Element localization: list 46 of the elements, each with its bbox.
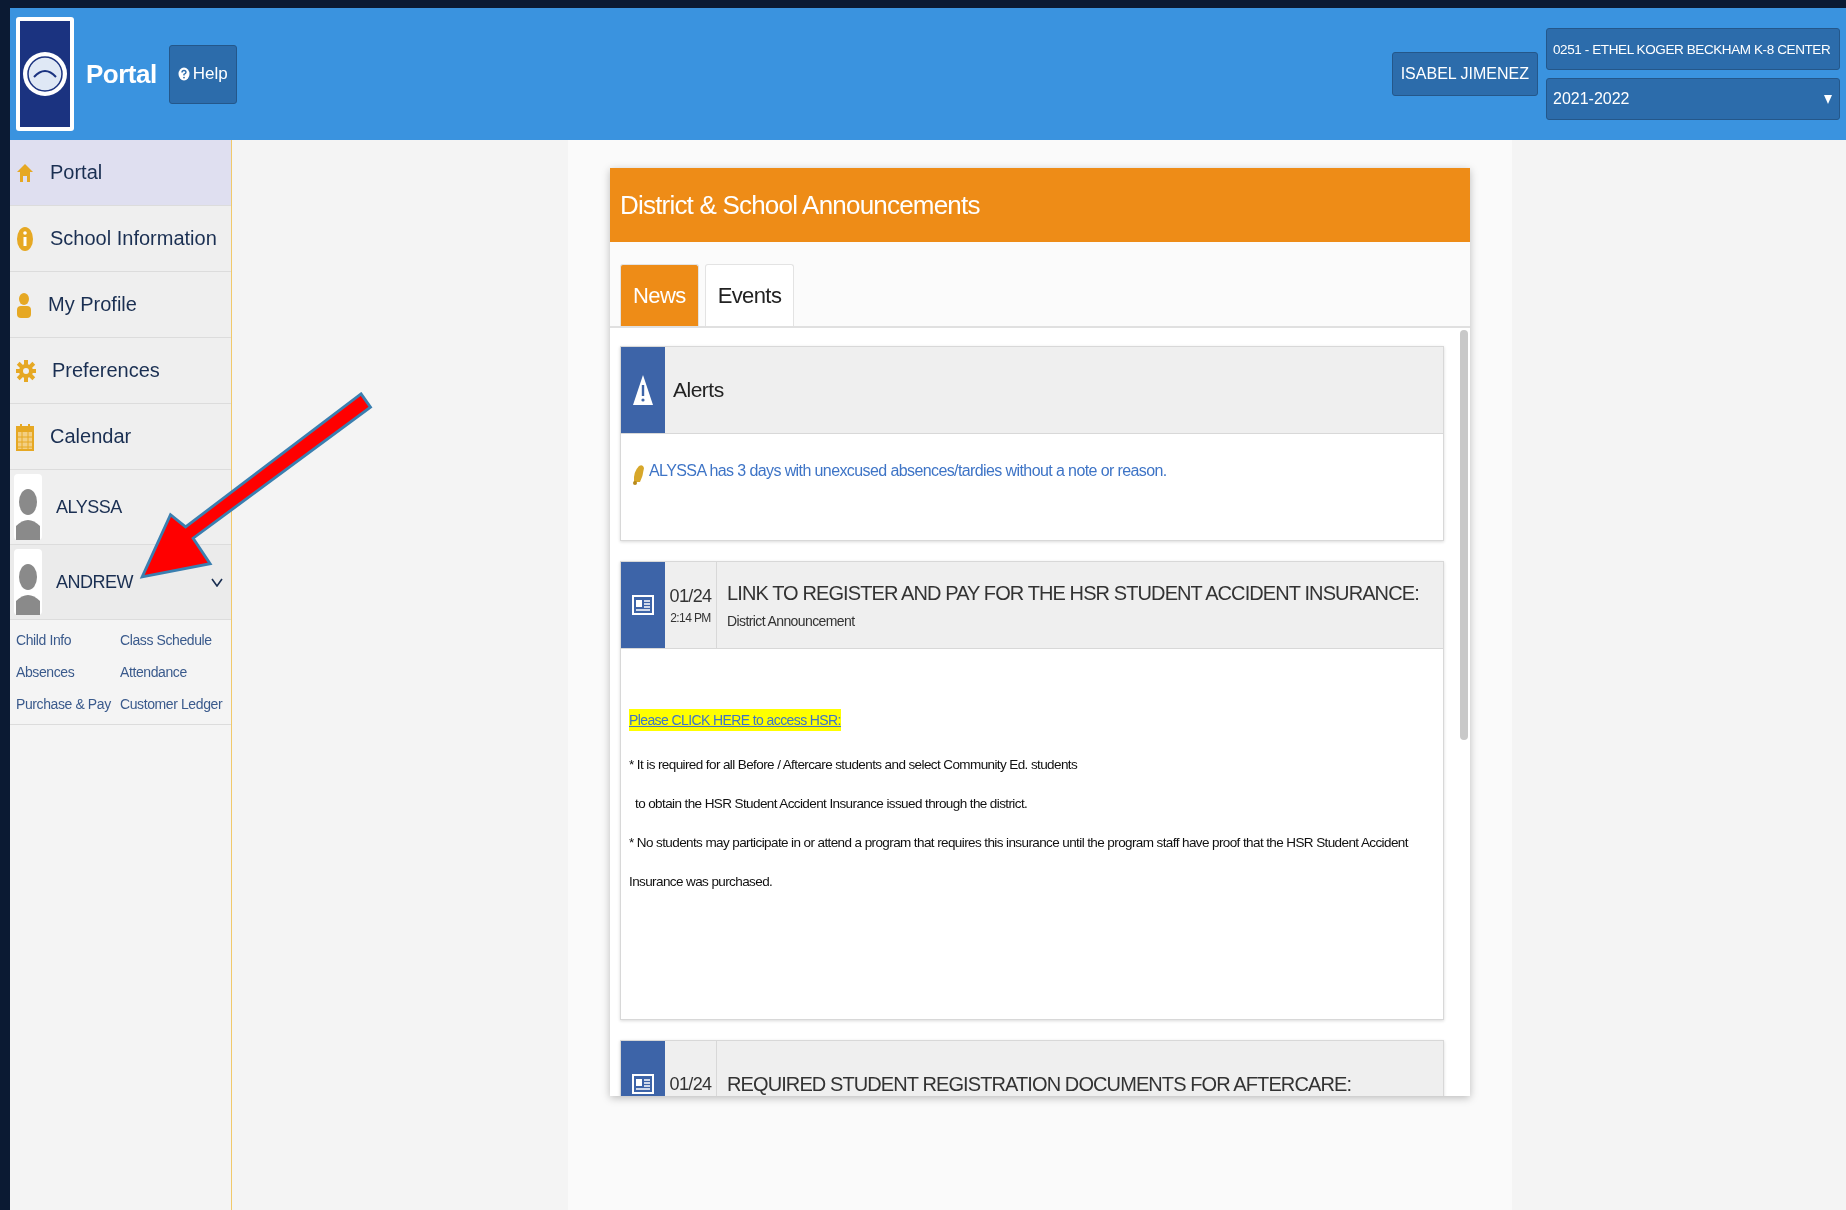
help-icon [177, 67, 190, 81]
student-item[interactable]: ALYSSA [10, 470, 231, 545]
student-link[interactable]: Customer Ledger [120, 696, 225, 712]
post-source: District Announcement [727, 612, 856, 629]
dropdown-caret-icon [1823, 93, 1833, 105]
student-link[interactable]: Class Schedule [120, 632, 225, 648]
post-paragraph: to obtain the HSR Student Accident Insurance issued through the district. [634, 795, 1029, 813]
newspaper-icon [631, 593, 655, 617]
sidebar-item[interactable]: My Profile [10, 272, 231, 338]
newspaper-icon [631, 1072, 655, 1096]
warning-icon [632, 374, 654, 406]
student-link[interactable]: Absences [16, 664, 120, 680]
post-title: REQUIRED STUDENT REGISTRATION DOCUMENTS FOR AFTERCARE: [727, 1072, 1352, 1096]
help-button[interactable]: Help [168, 44, 237, 104]
student-link[interactable]: Purchase & Pay [16, 696, 120, 712]
sidebar-item[interactable]: Calendar [10, 404, 231, 470]
alerts-title: Alerts [673, 378, 724, 402]
post-paragraph: * It is required for all Before / Aftercare students and select Community Ed. students [629, 756, 1079, 774]
info-icon [16, 225, 34, 252]
hsr-link[interactable]: Please CLICK HERE to access HSR: [629, 709, 841, 731]
person-icon [16, 291, 32, 318]
student-item[interactable]: ANDREW [10, 545, 231, 620]
post-date: 01/24 [669, 1073, 712, 1095]
calendar-icon [16, 422, 34, 451]
student-link[interactable]: Child Info [16, 632, 120, 648]
year-select[interactable]: 2021-2022 [1546, 78, 1840, 120]
sidebar-item[interactable]: Preferences [10, 338, 231, 404]
user-button[interactable]: ISABEL JIMENEZ [1391, 52, 1538, 96]
post-paragraph: * No students may participate in or attend a program that requires this insurance until the program staff have proof that the HSR Student Accident Insurance was purchased. [629, 834, 1410, 891]
post-time: 2:14 PM [670, 610, 711, 625]
post-title: LINK TO REGISTER AND PAY FOR THE HSR STUDENT ACCIDENT INSURANCE: [727, 581, 1419, 605]
scrollbar-thumb[interactable] [1460, 330, 1468, 740]
chevron-down-icon [211, 577, 223, 587]
sidebar-item[interactable]: School Information [10, 206, 231, 272]
portal-title: Portal [86, 58, 157, 90]
avatar-silhouette-icon [14, 472, 42, 542]
card-title: District & School Announcements [610, 168, 1470, 242]
sidebar-item[interactable]: Portal [10, 140, 231, 206]
alert-link[interactable]: ALYSSA has 3 days with unexcused absences/tardies without a note or reason. [649, 462, 1167, 480]
school-label: 0251 - ETHEL KOGER BECKHAM K-8 CENTER [1546, 28, 1840, 70]
gear-icon [16, 358, 36, 383]
tab[interactable]: Events [704, 264, 795, 326]
student-link[interactable]: Attendance [120, 664, 225, 680]
post-date: 01/24 [669, 585, 712, 607]
home-icon [16, 162, 34, 183]
avatar-silhouette-icon [14, 547, 42, 617]
